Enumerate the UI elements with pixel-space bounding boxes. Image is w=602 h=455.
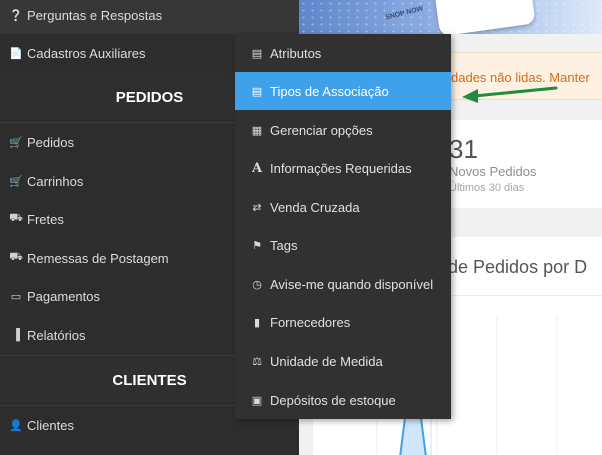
promo-banner[interactable]: SNOP NOW	[299, 0, 602, 34]
tasks-icon: ▤	[251, 85, 263, 98]
industry-icon: ▮	[253, 316, 261, 329]
bar-chart-icon: ▐	[12, 329, 20, 341]
user-icon: 👤	[9, 419, 23, 432]
cart-icon: 🛒	[9, 136, 23, 149]
submenu-item-depositos-estoque[interactable]: ▣ Depósitos de estoque	[235, 381, 451, 419]
sidebar-item-label: Clientes	[27, 417, 74, 433]
new-orders-label: Novos Pedidos	[449, 164, 537, 179]
submenu-item-label: Gerenciar opções	[270, 122, 373, 138]
new-orders-count: 31	[449, 134, 478, 164]
list-icon: ▤	[251, 47, 263, 60]
submenu-item-label: Tipos de Associação	[270, 83, 389, 99]
submenu-item-tipos-associacao[interactable]: ▤ Tipos de Associação	[235, 72, 451, 110]
submenu-item-label: Venda Cruzada	[270, 199, 360, 215]
sidebar-item-label: Relatórios	[27, 327, 86, 343]
shopping-cart-icon: 🛒	[9, 175, 23, 188]
submenu-item-venda-cruzada[interactable]: ⇄ Venda Cruzada	[235, 188, 451, 226]
clock-icon: ◷	[252, 278, 262, 291]
submenu-item-avise-me[interactable]: ◷ Avise-me quando disponível	[235, 265, 451, 303]
sidebar-item-label: Cadastros Auxiliares	[27, 45, 146, 61]
submenu-item-label: Avise-me quando disponível	[270, 276, 434, 292]
submenu-item-unidade-medida[interactable]: ⚖ Unidade de Medida	[235, 342, 451, 380]
truck-icon: ⛟	[9, 251, 23, 263]
sidebar-item-label: Fretes	[27, 211, 64, 227]
sidebar-item-label: Carrinhos	[27, 173, 84, 189]
sidebar-item-label: Remessas de Postagem	[27, 250, 169, 266]
annotation-arrow	[462, 86, 558, 103]
balance-scale-icon: ⚖	[252, 355, 262, 368]
file-icon: 📄	[9, 47, 23, 60]
submenu-item-atributos[interactable]: ▤ Atributos	[235, 34, 451, 72]
submenu-item-label: Informações Requeridas	[270, 160, 412, 176]
submenu-item-label: Fornecedores	[270, 314, 351, 330]
sidebar-item-label: Pagamentos	[27, 288, 100, 304]
font-icon: A	[251, 160, 263, 176]
submenu-item-informacoes-requeridas[interactable]: A Informações Requeridas	[235, 149, 451, 187]
sidebar-item-label: Pedidos	[27, 134, 74, 150]
sidebar-item-perguntas[interactable]: ❔ Perguntas e Respostas	[0, 0, 299, 34]
grid-icon: ▦	[251, 124, 263, 137]
credit-card-icon: ▭	[10, 290, 22, 303]
tag-icon: ⚑	[252, 239, 262, 252]
cadastros-submenu: ▤ Atributos ▤ Tipos de Associação ▦ Gere…	[235, 34, 451, 419]
submenu-item-label: Unidade de Medida	[270, 353, 383, 369]
submenu-item-label: Atributos	[270, 45, 322, 61]
submenu-item-gerenciar-opcoes[interactable]: ▦ Gerenciar opções	[235, 111, 451, 149]
submenu-item-label: Tags	[270, 237, 298, 253]
question-circle-icon: ❔	[9, 9, 23, 22]
archive-icon: ▣	[251, 394, 263, 407]
truck-icon: ⛟	[9, 212, 23, 224]
chart-title: de Pedidos por D	[448, 257, 588, 277]
shuffle-icon: ⇄	[252, 201, 262, 214]
sidebar-item-label: Perguntas e Respostas	[27, 7, 163, 23]
submenu-item-tags[interactable]: ⚑ Tags	[235, 226, 451, 264]
new-orders-period: Últimos 30 dias	[449, 182, 525, 194]
submenu-item-fornecedores[interactable]: ▮ Fornecedores	[235, 303, 451, 341]
submenu-item-label: Depósitos de estoque	[270, 392, 396, 408]
